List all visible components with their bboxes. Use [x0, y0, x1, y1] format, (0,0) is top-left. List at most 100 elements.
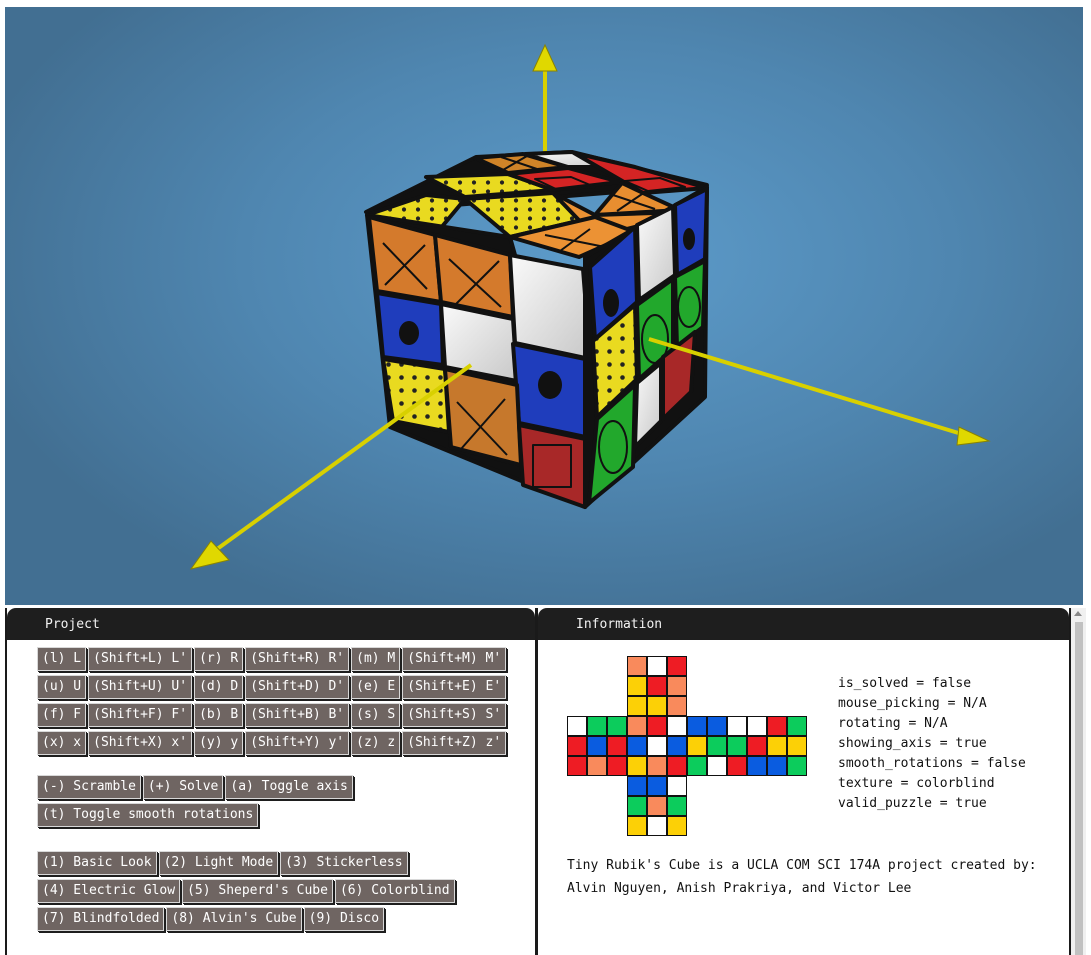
shift-z-z-button[interactable]: (Shift+Z) z' [402, 731, 507, 755]
5-sheperd-s-cube-button[interactable]: (5) Sheperd's Cube [182, 879, 333, 903]
net-sticker [727, 736, 747, 756]
net-sticker [747, 716, 767, 736]
net-sticker [647, 716, 667, 736]
net-sticker [647, 736, 667, 756]
scrollbar[interactable] [1071, 608, 1086, 955]
net-sticker [767, 716, 787, 736]
a-toggle-axis-button[interactable]: (a) Toggle axis [225, 775, 353, 799]
shift-e-e-button[interactable]: (Shift+E) E' [402, 675, 507, 699]
moves-row: (f) F (Shift+F) F' (b) B (Shift+B) B' (s) S(… [37, 703, 527, 731]
e-e-button[interactable]: (e) E [351, 675, 401, 699]
1-basic-look-button[interactable]: (1) Basic Look [37, 851, 157, 875]
x-x-button[interactable]: (x) x [37, 731, 87, 755]
shift-x-x-button[interactable]: (Shift+X) x' [88, 731, 193, 755]
z-axis-arrow [189, 363, 473, 570]
8-alvin-s-cube-button[interactable]: (8) Alvin's Cube [166, 907, 302, 931]
moves-row: (x) x (Shift+X) x' (y) y (Shift+Y) y' (z) z(… [37, 731, 527, 759]
b-b-button[interactable]: (b) B [194, 703, 244, 727]
net-sticker [747, 756, 767, 776]
net-sticker [647, 776, 667, 796]
cube-front-face [365, 213, 597, 509]
2-light-mode-button[interactable]: (2) Light Mode [158, 851, 279, 875]
control-buttons: (-) Scramble (+) Solve (a) Toggle axis (t) … [37, 775, 527, 831]
s-s-button[interactable]: (s) S [351, 703, 401, 727]
net-sticker [687, 756, 707, 776]
net-sticker [567, 736, 587, 756]
l-l-button[interactable]: (l) L [37, 647, 87, 671]
net-sticker [727, 756, 747, 776]
move-buttons: (l) L (Shift+L) L' (r) R (Shift+R) R' (m) M(… [37, 647, 527, 759]
net-sticker [607, 716, 627, 736]
moves-row: (l) L (Shift+L) L' (r) R (Shift+R) R' (m) M(… [37, 647, 527, 675]
shift-u-u-button[interactable]: (Shift+U) U' [88, 675, 193, 699]
f-f-button[interactable]: (f) F [37, 703, 87, 727]
credits-line-1: Tiny Rubik's Cube is a UCLA COM SCI 174A… [567, 858, 1037, 873]
4-electric-glow-button[interactable]: (4) Electric Glow [37, 879, 181, 903]
themes-row: (4) Electric Glow (5) Sheperd's Cube (6) C… [37, 879, 527, 907]
status-list: is_solved = false mouse_picking = N/A rota… [838, 674, 1026, 814]
net-sticker [667, 736, 687, 756]
solve-button[interactable]: (+) Solve [142, 775, 224, 799]
scroll-up-arrow-icon[interactable] [1074, 611, 1082, 616]
project-panel-title: Project [7, 608, 535, 640]
net-sticker [667, 776, 687, 796]
status-line: mouse_picking = N/A [838, 696, 987, 711]
z-z-button[interactable]: (z) z [351, 731, 401, 755]
net-sticker [627, 696, 647, 716]
t-toggle-smooth-rotations-button[interactable]: (t) Toggle smooth rotations [37, 803, 259, 827]
shift-b-b-button[interactable]: (Shift+B) B' [245, 703, 350, 727]
shift-f-f-button[interactable]: (Shift+F) F' [88, 703, 193, 727]
d-d-button[interactable]: (d) D [194, 675, 244, 699]
net-sticker [627, 756, 647, 776]
net-sticker [667, 696, 687, 716]
net-sticker [587, 756, 607, 776]
net-sticker [627, 796, 647, 816]
net-sticker [727, 716, 747, 736]
net-sticker [567, 756, 587, 776]
information-panel-title: Information [538, 608, 1069, 640]
cube-scene [189, 43, 991, 570]
y-y-button[interactable]: (y) y [194, 731, 244, 755]
net-sticker [787, 736, 807, 756]
net-sticker [747, 736, 767, 756]
themes-row: (7) Blindfolded (8) Alvin's Cube (9) Disco [37, 907, 527, 935]
net-sticker [707, 736, 727, 756]
net-sticker [787, 756, 807, 776]
r-r-button[interactable]: (r) R [194, 647, 244, 671]
scroll-thumb[interactable] [1075, 622, 1083, 955]
net-sticker [667, 656, 687, 676]
shift-y-y-button[interactable]: (Shift+Y) y' [245, 731, 350, 755]
net-sticker [767, 756, 787, 776]
shift-m-m-button[interactable]: (Shift+M) M' [402, 647, 507, 671]
u-u-button[interactable]: (u) U [37, 675, 87, 699]
scramble-button[interactable]: (-) Scramble [37, 775, 141, 799]
net-sticker [627, 656, 647, 676]
3d-viewport[interactable] [5, 7, 1083, 605]
shift-d-d-button[interactable]: (Shift+D) D' [245, 675, 350, 699]
net-sticker [687, 716, 707, 736]
information-panel: Information is_solved = false mouse_picki… [536, 608, 1071, 955]
7-blindfolded-button[interactable]: (7) Blindfolded [37, 907, 165, 931]
controls-row: (t) Toggle smooth rotations [37, 803, 527, 831]
status-line: smooth_rotations = false [838, 756, 1026, 771]
themes-row: (1) Basic Look (2) Light Mode (3) Stickerl… [37, 851, 527, 879]
net-sticker [647, 696, 667, 716]
6-colorblind-button[interactable]: (6) Colorblind [334, 879, 455, 903]
3-stickerless-button[interactable]: (3) Stickerless [280, 851, 408, 875]
net-sticker [667, 816, 687, 836]
credits-line-2: Alvin Nguyen, Anish Prakriya, and Victor… [567, 881, 912, 896]
status-line: showing_axis = true [838, 736, 987, 751]
shift-l-l-button[interactable]: (Shift+L) L' [88, 647, 193, 671]
net-sticker [707, 756, 727, 776]
9-disco-button[interactable]: (9) Disco [303, 907, 385, 931]
net-sticker [787, 716, 807, 736]
status-line: is_solved = false [838, 676, 972, 691]
net-sticker [627, 716, 647, 736]
net-sticker [647, 816, 667, 836]
shift-s-s-button[interactable]: (Shift+S) S' [402, 703, 507, 727]
m-m-button[interactable]: (m) M [351, 647, 401, 671]
shift-r-r-button[interactable]: (Shift+R) R' [245, 647, 350, 671]
controls-row: (-) Scramble (+) Solve (a) Toggle axis [37, 775, 527, 803]
net-sticker [587, 716, 607, 736]
net-sticker [627, 676, 647, 696]
